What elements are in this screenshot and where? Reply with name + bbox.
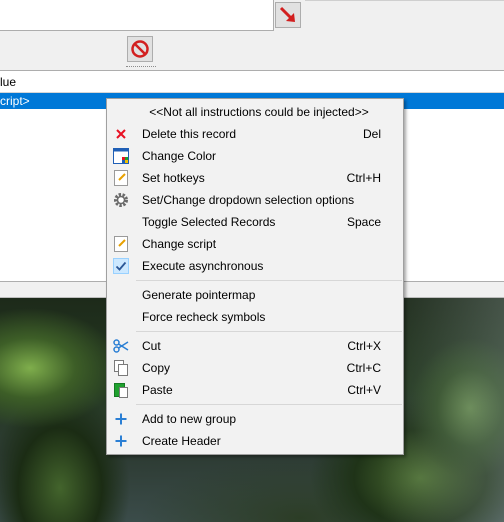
hotkey-icon [113,170,129,186]
menu-item-generate-pointermap[interactable]: Generate pointermap [109,284,401,306]
scissors-icon [113,338,129,354]
color-palette-icon [113,148,129,164]
menu-item-set-hotkeys[interactable]: Set hotkeys Ctrl+H [109,167,401,189]
red-arrow-icon [279,6,295,22]
record-list-header: lue [0,71,504,93]
plus-icon [113,411,129,427]
menu-item-create-header[interactable]: Create Header [109,430,401,452]
menu-item-toggle-records[interactable]: Toggle Selected Records Space [109,211,401,233]
menu-item-dropdown-options[interactable]: Set/Change dropdown selection options [109,189,401,211]
address-input[interactable] [0,0,274,31]
row-value: cript> [0,94,30,108]
script-icon [113,236,129,252]
menu-separator [136,404,402,405]
menu-item-add-to-group[interactable]: Add to new group [109,408,401,430]
splitter-grip[interactable] [126,66,156,68]
menu-separator [136,331,402,332]
no-entry-icon [131,40,149,58]
plus-icon [113,433,129,449]
paste-icon [113,382,129,398]
red-x-icon [113,126,129,142]
menu-item-execute-async[interactable]: Execute asynchronous [109,255,401,277]
copy-icon [113,360,129,376]
stop-button[interactable] [127,36,153,62]
divider [305,0,504,1]
menu-item-not-injected[interactable]: <<Not all instructions could be injected… [109,101,401,123]
menu-item-delete-record[interactable]: Delete this record Del [109,123,401,145]
gear-icon [113,192,129,208]
add-address-button[interactable] [275,2,301,28]
column-header-value: lue [0,75,17,89]
checkmark-icon [113,258,129,274]
menu-item-force-recheck[interactable]: Force recheck symbols [109,306,401,328]
menu-item-change-color[interactable]: Change Color [109,145,401,167]
menu-item-copy[interactable]: Copy Ctrl+C [109,357,401,379]
menu-item-cut[interactable]: Cut Ctrl+X [109,335,401,357]
context-menu: <<Not all instructions could be injected… [106,98,404,455]
menu-separator [136,280,402,281]
menu-item-change-script[interactable]: Change script [109,233,401,255]
menu-item-paste[interactable]: Paste Ctrl+V [109,379,401,401]
